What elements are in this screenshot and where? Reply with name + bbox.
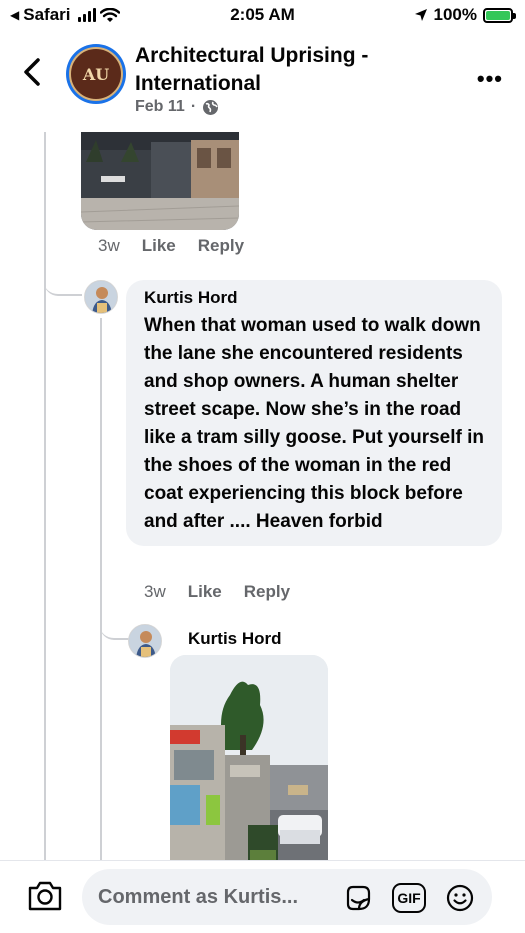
camera-icon[interactable] (26, 879, 64, 913)
post-meta: Feb 11 · (135, 98, 219, 116)
battery-percent: 100% (433, 5, 477, 24)
comment-actions: 3w Like Reply (98, 236, 244, 256)
group-name[interactable]: Architectural Uprising - International (135, 42, 435, 98)
globe-icon (203, 99, 219, 115)
comment-photo-storefront[interactable] (81, 132, 239, 230)
comment-input[interactable] (98, 869, 348, 925)
post-date[interactable]: Feb 11 (135, 98, 185, 116)
like-button[interactable]: Like (188, 582, 222, 602)
meta-separator: · (190, 98, 197, 115)
thread-connector (44, 252, 82, 296)
thread-connector-reply (100, 602, 130, 640)
comment-time: 3w (98, 236, 120, 255)
avatar[interactable] (128, 624, 162, 658)
comment-thread[interactable]: 3w Like Reply Kurtis Hord When that woma… (0, 132, 525, 860)
storefront-image (81, 132, 239, 230)
post-header: AU Architectural Uprising - Internationa… (0, 32, 525, 132)
battery-icon (483, 7, 516, 23)
avatar[interactable] (84, 280, 118, 314)
thread-line-main (44, 132, 46, 860)
comment-composer: GIF (0, 860, 525, 933)
back-chevron-icon[interactable] (18, 54, 48, 90)
street-image (170, 655, 328, 860)
comment-actions: 3w Like Reply (144, 582, 290, 602)
comment-text: When that woman used to walk down the la… (144, 315, 484, 532)
sticker-icon[interactable] (342, 882, 374, 914)
group-avatar-logo: AU (69, 47, 123, 101)
comment-photo-street[interactable] (170, 655, 328, 860)
group-avatar[interactable]: AU (66, 44, 126, 104)
location-arrow-icon (414, 9, 427, 21)
reply-button[interactable]: Reply (198, 236, 244, 256)
status-bar: ◀ Safari 2:05 AM 100% (0, 0, 525, 32)
reply-button[interactable]: Reply (244, 582, 290, 602)
thread-line-reply (100, 318, 102, 860)
gif-icon[interactable]: GIF (392, 883, 426, 913)
avatar-image (85, 281, 117, 313)
comment-author[interactable]: Kurtis Hord (188, 629, 282, 649)
gif-label: GIF (397, 890, 421, 906)
like-button[interactable]: Like (142, 236, 176, 256)
comment-box[interactable]: GIF (82, 869, 492, 925)
comment-author[interactable]: Kurtis Hord (144, 288, 488, 308)
status-right: 100% (414, 5, 516, 25)
comment-time: 3w (144, 582, 166, 601)
avatar-image (129, 625, 161, 657)
comment-bubble[interactable]: Kurtis Hord When that woman used to walk… (126, 280, 502, 546)
emoji-icon[interactable] (444, 882, 476, 914)
more-options-icon[interactable]: ••• (477, 66, 503, 92)
